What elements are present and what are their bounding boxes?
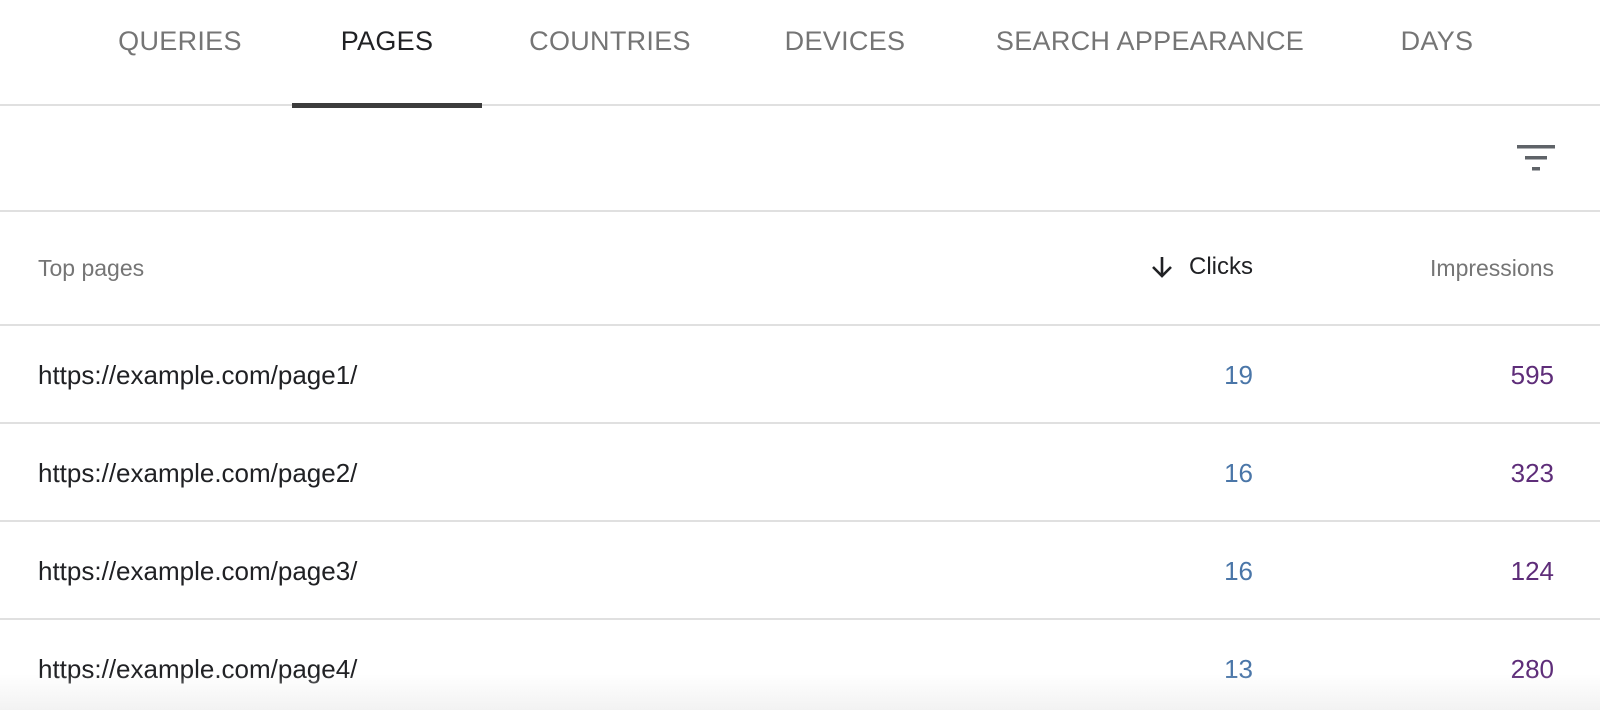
filter-button[interactable] [1512, 134, 1560, 182]
clicks-value: 16 [1224, 458, 1253, 488]
impressions-value: 124 [1510, 556, 1554, 586]
tab-devices[interactable]: DEVICES [770, 0, 920, 106]
column-header-clicks[interactable]: Clicks [1149, 253, 1253, 281]
column-header-top-pages[interactable]: Top pages [38, 255, 144, 282]
page-url: https://example.com/page3/ [38, 556, 358, 586]
tab-label: COUNTRIES [529, 26, 691, 56]
impressions-value: 595 [1510, 360, 1554, 390]
table-row[interactable]: https://example.com/page3/ 16 124 [0, 522, 1600, 620]
clicks-value: 19 [1224, 360, 1253, 390]
tab-queries[interactable]: QUERIES [110, 0, 250, 106]
performance-report: QUERIES PAGES COUNTRIES DEVICES SEARCH A… [0, 0, 1600, 710]
page-url: https://example.com/page4/ [38, 654, 358, 684]
table-toolbar [0, 106, 1600, 212]
table-row[interactable]: https://example.com/page4/ 13 280 [0, 620, 1600, 710]
column-header-impressions[interactable]: Impressions [1430, 255, 1554, 282]
report-tabs: QUERIES PAGES COUNTRIES DEVICES SEARCH A… [0, 0, 1600, 108]
column-header-label: Clicks [1189, 253, 1253, 280]
filter-icon [1517, 145, 1555, 171]
tab-label: SEARCH APPEARANCE [995, 26, 1305, 56]
impressions-value: 323 [1510, 458, 1554, 488]
arrow-down-icon [1152, 257, 1172, 278]
table-header: Top pages Clicks Impressions [0, 212, 1600, 326]
impressions-value: 280 [1510, 654, 1554, 684]
clicks-value: 13 [1224, 654, 1253, 684]
page-url: https://example.com/page2/ [38, 458, 358, 488]
tab-label: QUERIES [118, 26, 242, 56]
page-url: https://example.com/page1/ [38, 360, 358, 390]
tab-label: DEVICES [784, 26, 906, 56]
tab-label: DAYS [1400, 26, 1474, 56]
table-row[interactable]: https://example.com/page2/ 16 323 [0, 424, 1600, 522]
tab-label: PAGES [340, 26, 434, 56]
clicks-value: 16 [1224, 556, 1253, 586]
tab-search-appearance[interactable]: SEARCH APPEARANCE [990, 0, 1310, 106]
table-row[interactable]: https://example.com/page1/ 19 595 [0, 326, 1600, 424]
tab-countries[interactable]: COUNTRIES [520, 0, 700, 106]
tab-pages[interactable]: PAGES [292, 0, 482, 108]
tab-days[interactable]: DAYS [1380, 0, 1494, 106]
